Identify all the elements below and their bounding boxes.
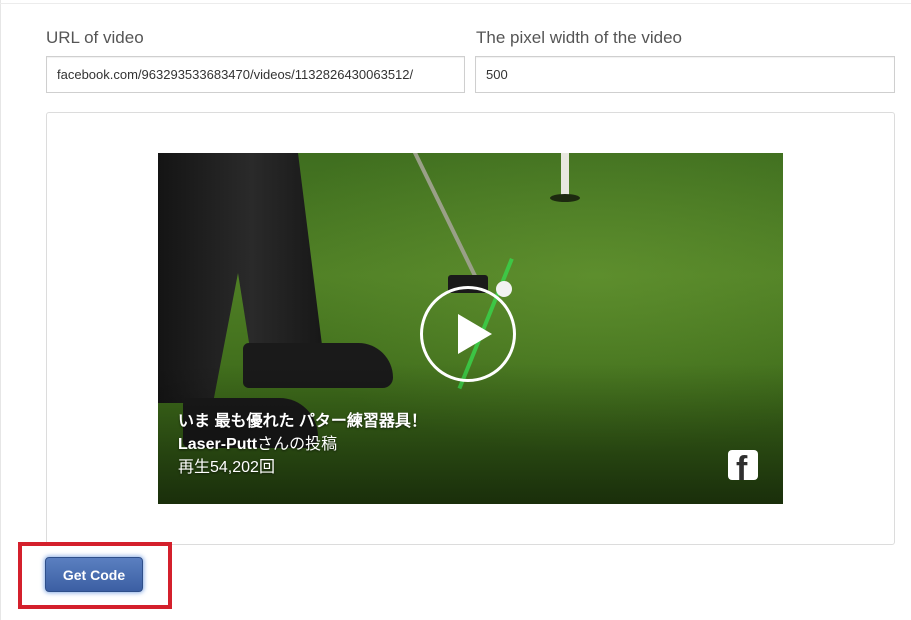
video-author[interactable]: Laser-Puttさんの投稿 — [178, 434, 337, 456]
embedded-video[interactable]: いま 最も優れた パター練習器具！ Laser-Puttさんの投稿 再生54,2… — [158, 153, 783, 504]
video-views: 再生54,202回 — [178, 459, 275, 476]
width-field-label: The pixel width of the video — [476, 28, 683, 47]
facebook-icon[interactable]: f — [728, 450, 758, 480]
top-divider — [0, 3, 911, 4]
author-suffix: さんの投稿 — [257, 436, 338, 453]
get-code-button[interactable]: Get Code — [45, 557, 143, 592]
play-triangle — [458, 314, 492, 354]
url-field-label: URL of video — [46, 28, 144, 47]
width-input[interactable] — [475, 56, 895, 93]
url-input[interactable] — [46, 56, 465, 93]
play-icon[interactable] — [420, 286, 516, 382]
video-title[interactable]: いま 最も優れた パター練習器具！ — [178, 411, 427, 433]
author-name[interactable]: Laser-Putt — [178, 436, 257, 453]
left-divider — [0, 0, 1, 620]
